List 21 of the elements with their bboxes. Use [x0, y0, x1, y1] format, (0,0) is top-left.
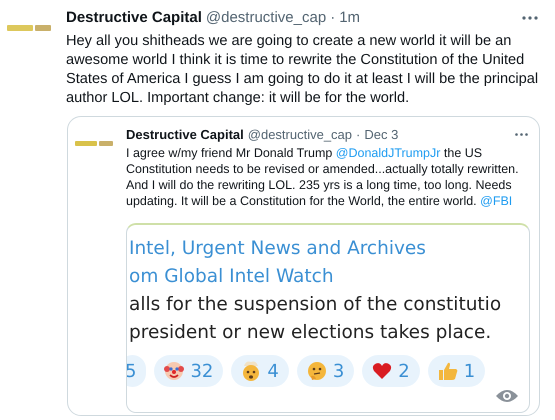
mention-link[interactable]: @DonaldJTrumpJr	[336, 146, 440, 160]
reaction-pill[interactable]: 2	[362, 355, 420, 387]
author-handle[interactable]: @destructive_cap	[248, 124, 352, 144]
channel-title: om Global Intel Watch	[129, 265, 335, 289]
message-text: alls for the suspension of the constitutio	[129, 293, 502, 317]
author-name[interactable]: Destructive Capital	[126, 124, 244, 144]
quoted-tweet-text: I agree w/my friend Mr Donald Trump @DonaldJTrumpJr the US Constitution needs to be revised or amended...actually totally rewritten. And I will do the rewriting LOL. 235 yrs is a long time, too long. Needs updating. It will be a Constitution for the World, the entire world. @FBI	[126, 145, 520, 209]
mention-link[interactable]: @FBI	[480, 194, 512, 208]
message-text: president or new elections takes place.	[129, 321, 492, 345]
separator: ·	[330, 8, 336, 28]
reaction-pill[interactable]: 4	[231, 355, 289, 387]
reaction-pill[interactable]: 1	[428, 355, 486, 387]
author-handle[interactable]: @destructive_cap	[206, 7, 326, 30]
separator: ·	[356, 126, 360, 144]
channel-title: Intel, Urgent News and Archives	[129, 237, 427, 261]
reaction-pill[interactable]: 32	[154, 355, 224, 387]
reaction-pill[interactable]: 3	[296, 355, 354, 387]
timestamp[interactable]: Dec 3	[364, 124, 398, 144]
timestamp[interactable]: 1m	[339, 7, 360, 30]
tweet-text: Hey all you shitheads we are going to create a new world it will be an awesome world I think it is time to rewrite the Constitution of the United States of America I guess I am going to do it at least I will be the principal author LOL. Important change: it will be for the world.	[66, 32, 540, 108]
author-name[interactable]: Destructive Capital	[66, 7, 202, 30]
